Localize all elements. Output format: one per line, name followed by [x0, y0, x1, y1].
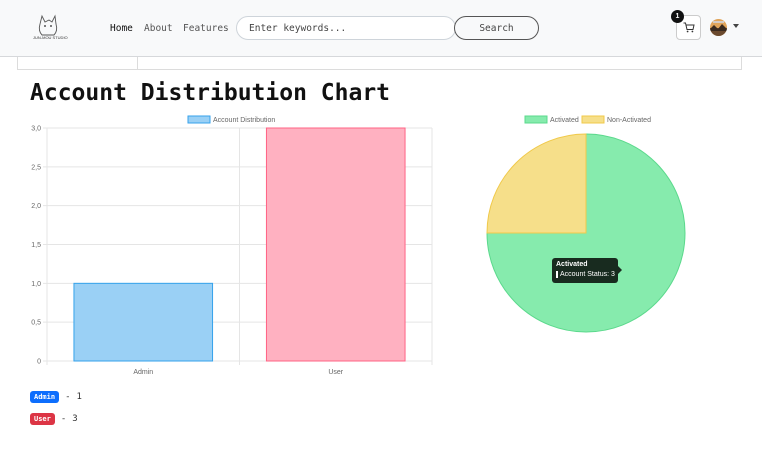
- pie-chart: [486, 133, 686, 333]
- bar-y-tick-label: 3,0: [31, 126, 41, 133]
- chevron-down-icon[interactable]: [733, 24, 739, 28]
- legend-separator: -: [60, 414, 67, 424]
- cart-icon: [683, 22, 695, 33]
- bar-chart-y-axis: 0 0,5 1,0 1,5 2,0 2,5 3,0: [31, 126, 41, 366]
- page-title: Account Distribution Chart: [30, 80, 391, 106]
- nav-link-about[interactable]: About: [144, 23, 173, 34]
- pie-tooltip: Activated Account Status: 3: [552, 258, 622, 283]
- bar-chart-x-axis: Admin User: [133, 369, 343, 376]
- avatar[interactable]: [710, 19, 727, 36]
- bar-legend-label: Account Distribution: [213, 117, 275, 124]
- bar-admin[interactable]: [73, 282, 214, 362]
- admin-count: 1: [76, 392, 82, 402]
- bar-x-tick-label: Admin: [133, 369, 153, 376]
- tooltip-title: Activated: [556, 261, 588, 268]
- subnav-bar: [17, 57, 742, 70]
- search-button[interactable]: Search: [454, 16, 539, 40]
- bar-legend-swatch: [187, 115, 211, 124]
- pie-legend-label-non-activated: Non-Activated: [607, 117, 651, 124]
- account-legend-user: User - 3: [30, 413, 78, 425]
- bar-y-tick-label: 0: [37, 359, 41, 366]
- bar-y-tick-label: 2,0: [31, 203, 41, 210]
- tooltip-body: Account Status: 3: [560, 271, 615, 278]
- bar-y-tick-label: 2,5: [31, 164, 41, 171]
- pie-legend-label-activated: Activated: [550, 117, 579, 124]
- legend-separator: -: [65, 392, 71, 402]
- bar-y-tick-label: 0,5: [31, 320, 41, 327]
- account-legend-admin: Admin - 1: [30, 391, 82, 403]
- logo-text: JUN-MOU STUDIO: [33, 35, 68, 40]
- pie-legend-swatch-non-activated: [581, 115, 605, 124]
- pie-legend-swatch-activated: [524, 115, 548, 124]
- bar-user[interactable]: [265, 127, 406, 362]
- bar-x-tick-label: User: [328, 369, 343, 376]
- navbar: JUN-MOU STUDIO Home About Features Searc…: [0, 0, 762, 57]
- admin-badge: Admin: [30, 391, 60, 403]
- user-count: 3: [72, 414, 78, 424]
- bar-y-tick-label: 1,0: [31, 281, 41, 288]
- charts-area: Account Distribution 0 0,5 1,0 1,5 2,0 2,5 3,0…: [31, 115, 686, 376]
- subnav-divider: [137, 57, 138, 69]
- nav-link-features[interactable]: Features: [183, 23, 229, 34]
- logo[interactable]: JUN-MOU STUDIO: [28, 11, 70, 45]
- user-badge: User: [30, 413, 55, 425]
- nav-link-home[interactable]: Home: [110, 23, 133, 34]
- cart-count-badge: 1: [671, 10, 684, 23]
- bar-y-tick-label: 1,5: [31, 242, 41, 249]
- tooltip-swatch: [556, 271, 558, 278]
- pie-slice-non-activated[interactable]: [486, 133, 587, 234]
- search-input[interactable]: [236, 16, 456, 40]
